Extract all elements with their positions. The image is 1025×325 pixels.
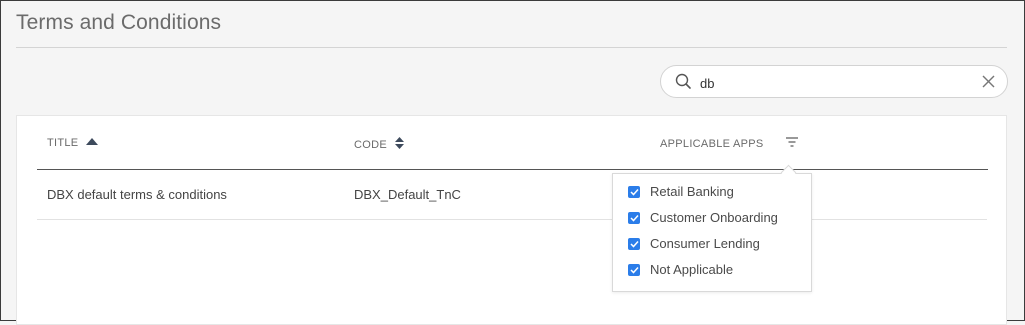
column-header-code[interactable]: CODE <box>354 137 404 152</box>
checkbox[interactable] <box>628 237 640 250</box>
check-icon <box>629 266 639 274</box>
check-icon <box>629 240 639 248</box>
checkbox[interactable] <box>628 185 640 198</box>
checkbox[interactable] <box>628 211 640 224</box>
search-input[interactable] <box>698 72 972 94</box>
filter-option-not-applicable[interactable]: Not Applicable <box>628 262 733 277</box>
filter-option-customer-onboarding[interactable]: Customer Onboarding <box>628 210 778 225</box>
applicable-apps-filter-menu: Retail Banking Customer Onboarding Consu… <box>612 173 812 292</box>
sort-ascending-icon[interactable] <box>86 137 99 149</box>
close-icon[interactable] <box>982 75 995 93</box>
row-title-cell[interactable]: DBX default terms & conditions <box>47 187 227 202</box>
column-header-code-label: CODE <box>354 138 387 151</box>
results-card <box>16 115 1007 325</box>
filter-option-label: Not Applicable <box>650 262 734 277</box>
row-divider <box>37 219 987 220</box>
column-header-title[interactable]: TITLE <box>47 137 99 149</box>
column-header-apps[interactable]: APPLICABLE APPS <box>660 137 798 150</box>
column-header-title-label: TITLE <box>47 137 79 149</box>
filter-option-label: Consumer Lending <box>650 236 760 251</box>
sort-icon[interactable] <box>394 137 404 152</box>
header-divider <box>37 169 988 170</box>
search-box[interactable] <box>660 65 1008 98</box>
filter-icon[interactable] <box>785 137 798 150</box>
filter-option-consumer-lending[interactable]: Consumer Lending <box>628 236 760 251</box>
title-divider <box>16 47 1007 48</box>
filter-option-label: Customer Onboarding <box>650 210 778 225</box>
search-icon <box>675 73 692 95</box>
filter-option-retail-banking[interactable]: Retail Banking <box>628 184 734 199</box>
column-header-apps-label: APPLICABLE APPS <box>660 137 764 150</box>
row-code-cell: DBX_Default_TnC <box>354 187 461 202</box>
page-title: Terms and Conditions <box>16 11 222 34</box>
check-icon <box>629 214 639 222</box>
checkbox[interactable] <box>628 263 640 276</box>
filter-option-label: Retail Banking <box>650 184 734 199</box>
check-icon <box>629 188 639 196</box>
